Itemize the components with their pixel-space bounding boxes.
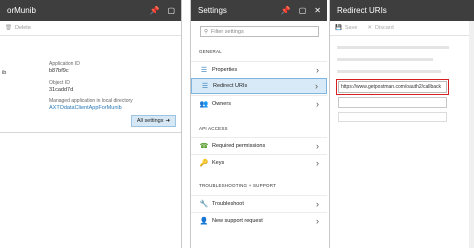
settings-item-troubleshoot[interactable]: 🔧 Troubleshoot › <box>191 195 327 211</box>
chevron-right-icon: › <box>316 198 319 209</box>
blade-header: Settings 📌 ▢ ✕ <box>191 0 327 21</box>
settings-item-label: Redirect URIs <box>213 83 248 89</box>
section-general: GENERAL <box>199 49 222 54</box>
search-icon: ⚲ <box>204 28 209 35</box>
maximize-icon[interactable]: ▢ <box>167 6 175 15</box>
blade-header: orMunib 📌 ▢ <box>0 0 181 21</box>
redirect-uri-empty-input[interactable] <box>338 97 447 108</box>
command-bar: 💾 Save ✕ Discard <box>330 21 474 36</box>
settings-item-label: Keys <box>212 159 225 166</box>
all-settings-button[interactable]: All settings ➜ <box>131 115 176 127</box>
blade-gap <box>181 0 190 248</box>
chevron-right-icon: › <box>316 140 319 151</box>
list-icon: ☰ <box>201 83 209 90</box>
properties-icon: ☰ <box>200 66 208 74</box>
placeholder-line <box>337 70 441 73</box>
redirect-uri-input[interactable]: https://www.getpostman.com/oauth2/callba… <box>338 81 447 93</box>
chevron-right-icon: › <box>316 157 319 168</box>
settings-item-label: Troubleshoot <box>212 200 244 207</box>
placeholder-line <box>337 46 449 49</box>
application-blade: orMunib 📌 ▢ 🗑 Delete ib Application ID b… <box>0 0 181 248</box>
divider <box>0 132 181 133</box>
object-id-value: 31cadd7d <box>49 87 74 93</box>
save-icon: 💾 <box>335 25 342 31</box>
save-label: Save <box>344 25 358 31</box>
managed-app-link[interactable]: AXTOdataClientAppForMunib <box>49 105 122 111</box>
users-icon: 👥 <box>199 100 209 108</box>
scrollbar[interactable] <box>469 21 474 248</box>
application-id-value: b87bf9c <box>49 68 69 74</box>
filter-placeholder: Filter settings <box>211 28 244 35</box>
pin-icon[interactable]: 📌 <box>149 6 159 15</box>
chevron-right-icon: › <box>315 81 318 91</box>
blade-header: Redirect URIs <box>330 0 474 21</box>
left-fragment-text: ib <box>2 70 7 76</box>
wrench-icon: 🔧 <box>199 200 209 208</box>
delete-button[interactable]: 🗑 Delete <box>5 25 31 31</box>
managed-app-label: Managed application in local directory <box>49 98 133 104</box>
all-settings-label: All settings <box>136 118 164 124</box>
chevron-right-icon: › <box>316 98 319 109</box>
placeholder-line <box>337 58 433 61</box>
redirect-uris-blade: Redirect URIs 💾 Save ✕ Discard https://w… <box>329 0 474 248</box>
settings-item-label: Properties <box>212 66 238 73</box>
settings-item-label: Required permissions <box>212 142 266 149</box>
trash-icon: 🗑 <box>5 25 12 31</box>
arrow-right-icon: ➜ <box>165 118 171 124</box>
blade-title: orMunib <box>7 6 36 15</box>
discard-label: Discard <box>375 25 394 31</box>
discard-button[interactable]: ✕ Discard <box>367 25 393 31</box>
settings-item-redirect-uris[interactable]: ☰ Redirect URIs › <box>191 78 327 94</box>
settings-item-owners[interactable]: 👥 Owners › <box>191 95 327 111</box>
filter-settings-input[interactable]: ⚲ Filter settings <box>200 26 319 37</box>
settings-blade: Settings 📌 ▢ ✕ ⚲ Filter settings GENERAL… <box>190 0 327 248</box>
save-button[interactable]: 💾 Save <box>335 25 357 31</box>
object-id-label: Object ID <box>49 80 70 86</box>
settings-item-new-support-request[interactable]: 👤 New support request › <box>191 212 327 228</box>
permissions-icon: ☎ <box>199 142 209 150</box>
close-icon: ✕ <box>367 25 373 31</box>
settings-item-keys[interactable]: 🔑 Keys › <box>191 154 327 170</box>
settings-item-label: New support request <box>212 217 263 224</box>
pin-icon[interactable]: 📌 <box>281 6 291 15</box>
blade-title: Settings <box>198 6 227 15</box>
delete-label: Delete <box>14 25 31 31</box>
application-id-label: Application ID <box>49 61 80 67</box>
command-bar: 🗑 Delete <box>0 21 181 36</box>
section-api-access: API ACCESS <box>199 126 228 131</box>
close-icon[interactable]: ✕ <box>314 6 321 15</box>
blade-title: Redirect URIs <box>337 6 387 15</box>
key-icon: 🔑 <box>199 159 209 167</box>
settings-item-label: Owners <box>212 100 231 107</box>
section-troubleshooting: TROUBLESHOOTING + SUPPORT <box>199 183 277 188</box>
settings-item-required-permissions[interactable]: ☎ Required permissions › <box>191 137 327 153</box>
chevron-right-icon: › <box>316 215 319 226</box>
person-icon: 👤 <box>199 217 209 225</box>
chevron-right-icon: › <box>316 64 319 75</box>
settings-item-properties[interactable]: ☰ Properties › <box>191 61 327 77</box>
redirect-uri-empty-input-2[interactable] <box>338 112 447 122</box>
maximize-icon[interactable]: ▢ <box>299 6 307 15</box>
